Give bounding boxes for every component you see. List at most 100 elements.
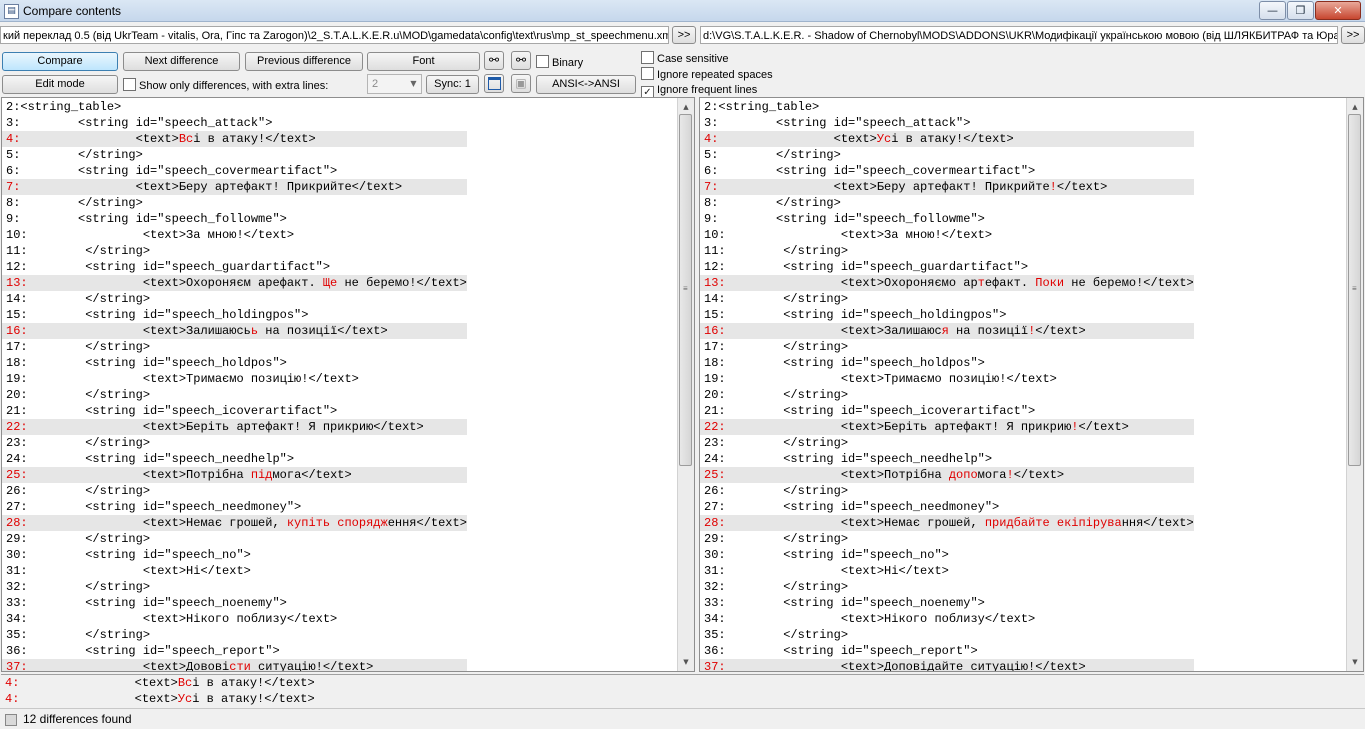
show-only-differences-checkbox[interactable]: Show only differences, with extra lines: — [123, 78, 328, 92]
extra-lines-select[interactable]: 2 ▼ — [367, 74, 422, 94]
code-line[interactable]: 12: <string id="speech_guardartifact"> — [700, 259, 1194, 275]
compare-button[interactable]: Compare — [2, 52, 118, 71]
code-line[interactable]: 20: </string> — [700, 387, 1194, 403]
chevron-down-icon[interactable]: ▼ — [406, 75, 421, 93]
code-line[interactable]: 28: <text>Немає грошей, купіть споряджен… — [2, 515, 467, 531]
sync-button[interactable]: Sync: 1 — [426, 75, 479, 94]
right-text-pane[interactable]: 2:<string_table> 3: <string id="speech_at… — [699, 97, 1364, 672]
code-line[interactable]: 25: <text>Потрібна допомога!</text> — [700, 467, 1194, 483]
code-line[interactable]: 22: <text>Беріть артефакт! Я прикрию!</t… — [700, 419, 1194, 435]
code-line[interactable]: 29: </string> — [2, 531, 467, 547]
code-line[interactable]: 11: </string> — [700, 243, 1194, 259]
code-line[interactable]: 2:<string_table> — [2, 99, 467, 115]
code-line[interactable]: 7: <text>Беру артефакт! Прикрийте!</text… — [700, 179, 1194, 195]
code-line[interactable]: 31: <text>Ні</text> — [700, 563, 1194, 579]
scroll-thumb[interactable]: ≡ — [679, 114, 692, 466]
code-line[interactable]: 3: <string id="speech_attack"> — [700, 115, 1194, 131]
font-button[interactable]: Font — [367, 52, 480, 71]
checkbox-box[interactable] — [641, 67, 654, 80]
code-line[interactable]: 4: <text>Усі в атаку!</text> — [700, 131, 1194, 147]
code-line[interactable]: 13: <text>Охороняєм арефакт. Ще не берем… — [2, 275, 467, 291]
code-line[interactable]: 24: <string id="speech_needhelp"> — [2, 451, 467, 467]
code-line[interactable]: 4: <text>Усі в атаку!</text> — [1, 691, 1364, 707]
left-path-field[interactable]: кий переклад 0.5 (від UkrTeam - vitalis,… — [0, 26, 669, 44]
code-line[interactable]: 12: <string id="speech_guardartifact"> — [2, 259, 467, 275]
code-line[interactable]: 21: <string id="speech_icoverartifact"> — [700, 403, 1194, 419]
binoculars-icon[interactable]: ⚯ — [484, 51, 504, 70]
code-line[interactable]: 23: </string> — [700, 435, 1194, 451]
code-line[interactable]: 9: <string id="speech_followme"> — [2, 211, 467, 227]
code-line[interactable]: 35: </string> — [2, 627, 467, 643]
left-scrollbar[interactable]: ▲ ≡ ▼ — [677, 98, 694, 671]
code-line[interactable]: 35: </string> — [700, 627, 1194, 643]
code-line[interactable]: 17: </string> — [2, 339, 467, 355]
code-line[interactable]: 23: </string> — [2, 435, 467, 451]
code-line[interactable]: 5: </string> — [2, 147, 467, 163]
code-line[interactable]: 26: </string> — [2, 483, 467, 499]
code-line[interactable]: 31: <text>Ні</text> — [2, 563, 467, 579]
code-line[interactable]: 8: </string> — [2, 195, 467, 211]
ignore-spaces-checkbox[interactable]: Ignore repeated spaces — [641, 67, 773, 81]
code-line[interactable]: 15: <string id="speech_holdingpos"> — [2, 307, 467, 323]
code-line[interactable]: 16: <text>Залишаюся на позиції!</text> — [700, 323, 1194, 339]
scroll-up-icon[interactable]: ▲ — [678, 100, 694, 114]
previous-difference-button[interactable]: Previous difference — [245, 52, 363, 71]
right-scrollbar[interactable]: ▲ ≡ ▼ — [1346, 98, 1363, 671]
code-line[interactable]: 8: </string> — [700, 195, 1194, 211]
right-path-field[interactable]: d:\VG\S.T.A.L.K.E.R. - Shadow of Chernob… — [700, 26, 1338, 44]
code-line[interactable]: 18: <string id="speech_holdpos"> — [700, 355, 1194, 371]
case-sensitive-checkbox[interactable]: Case sensitive — [641, 51, 729, 65]
code-line[interactable]: 9: <string id="speech_followme"> — [700, 211, 1194, 227]
code-line[interactable]: 3: <string id="speech_attack"> — [2, 115, 467, 131]
window-icon[interactable] — [484, 74, 504, 93]
code-line[interactable]: 7: <text>Беру артефакт! Прикрийте</text> — [2, 179, 467, 195]
code-line[interactable]: 37: <text>Дововісти ситуацію!</text> — [2, 659, 467, 671]
checkbox-box[interactable] — [123, 78, 136, 91]
scroll-down-icon[interactable]: ▼ — [1347, 655, 1363, 669]
code-line[interactable]: 4: <text>Всі в атаку!</text> — [2, 131, 467, 147]
code-line[interactable]: 34: <text>Нікого поблизу</text> — [700, 611, 1194, 627]
close-button[interactable]: ✕ — [1315, 1, 1361, 20]
code-line[interactable]: 14: </string> — [700, 291, 1194, 307]
edit-mode-button[interactable]: Edit mode — [2, 75, 118, 94]
ignore-frequent-checkbox[interactable]: ✓ Ignore frequent lines — [641, 83, 757, 99]
floppy-icon[interactable]: ▣ — [511, 74, 531, 93]
code-line[interactable]: 11: </string> — [2, 243, 467, 259]
left-text-pane[interactable]: 2:<string_table> 3: <string id="speech_at… — [1, 97, 695, 672]
code-line[interactable]: 19: <text>Тримаємо позицію!</text> — [2, 371, 467, 387]
code-line[interactable]: 19: <text>Тримаємо позицію!</text> — [700, 371, 1194, 387]
code-line[interactable]: 27: <string id="speech_needmoney"> — [700, 499, 1194, 515]
code-line[interactable]: 5: </string> — [700, 147, 1194, 163]
code-line[interactable]: 10: <text>За мною!</text> — [2, 227, 467, 243]
code-line[interactable]: 33: <string id="speech_noenemy"> — [700, 595, 1194, 611]
code-line[interactable]: 30: <string id="speech_no"> — [700, 547, 1194, 563]
left-browse-button[interactable]: >> — [672, 26, 696, 44]
code-line[interactable]: 29: </string> — [700, 531, 1194, 547]
ansi-button[interactable]: ANSI<->ANSI — [536, 75, 636, 94]
checkbox-box[interactable] — [641, 51, 654, 64]
minimize-button[interactable]: — — [1259, 1, 1286, 20]
code-line[interactable]: 15: <string id="speech_holdingpos"> — [700, 307, 1194, 323]
code-line[interactable]: 33: <string id="speech_noenemy"> — [2, 595, 467, 611]
code-line[interactable]: 27: <string id="speech_needmoney"> — [2, 499, 467, 515]
right-browse-button[interactable]: >> — [1341, 26, 1365, 44]
code-line[interactable]: 18: <string id="speech_holdpos"> — [2, 355, 467, 371]
code-line[interactable]: 10: <text>За мною!</text> — [700, 227, 1194, 243]
code-line[interactable]: 30: <string id="speech_no"> — [2, 547, 467, 563]
checkbox-box[interactable] — [536, 55, 549, 68]
code-line[interactable]: 28: <text>Немає грошей, придбайте екіпір… — [700, 515, 1194, 531]
code-line[interactable]: 36: <string id="speech_report"> — [700, 643, 1194, 659]
code-line[interactable]: 37: <text>Доповідайте ситуацію!</text> — [700, 659, 1194, 671]
code-line[interactable]: 4: <text>Всі в атаку!</text> — [1, 675, 1364, 691]
code-line[interactable]: 6: <string id="speech_covermeartifact"> — [700, 163, 1194, 179]
code-line[interactable]: 32: </string> — [700, 579, 1194, 595]
code-line[interactable]: 32: </string> — [2, 579, 467, 595]
code-line[interactable]: 36: <string id="speech_report"> — [2, 643, 467, 659]
code-line[interactable]: 34: <text>Нікого поблизу</text> — [2, 611, 467, 627]
maximize-button[interactable]: ❐ — [1287, 1, 1314, 20]
code-line[interactable]: 24: <string id="speech_needhelp"> — [700, 451, 1194, 467]
code-line[interactable]: 6: <string id="speech_covermeartifact"> — [2, 163, 467, 179]
next-difference-button[interactable]: Next difference — [123, 52, 240, 71]
code-line[interactable]: 14: </string> — [2, 291, 467, 307]
scroll-up-icon[interactable]: ▲ — [1347, 100, 1363, 114]
